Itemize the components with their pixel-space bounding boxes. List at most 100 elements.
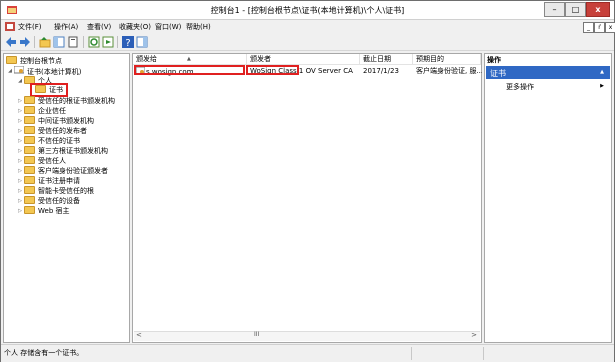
toolbar: ? [1, 34, 614, 51]
actions-section-certificates[interactable]: 证书 ▲ [486, 66, 610, 79]
properties-icon[interactable] [67, 36, 79, 48]
tree-node-store[interactable]: ▷ 受信任的发布者 [16, 126, 87, 136]
mdi-minimize-button[interactable]: _ [583, 22, 594, 33]
expand-icon[interactable]: ▷ [16, 96, 24, 106]
status-text: 个人 存储含有一个证书。 [4, 349, 84, 357]
maximize-button[interactable]: □ [565, 2, 586, 17]
menu-bar: 文件(F) 操作(A) 查看(V) 收藏夹(O) 窗口(W) 帮助(H) [1, 20, 614, 33]
tree-node-store[interactable]: ▷ 智能卡受信任的根 [16, 186, 94, 196]
tree-node-store[interactable]: ▷ 企业信任 [16, 106, 66, 116]
scroll-left-button[interactable]: < [136, 331, 142, 339]
expand-icon[interactable]: ▷ [16, 166, 24, 176]
tree-node-store[interactable]: ▷ 受信任的根证书颁发机构 [16, 96, 115, 106]
expand-icon[interactable]: ▷ [16, 186, 24, 196]
actions-pane: 操作 证书 ▲ 更多操作 ▶ [484, 53, 612, 343]
tree-node-store[interactable]: ▷ 第三方根证书颁发机构 [16, 146, 108, 156]
collapse-icon[interactable]: ◢ [16, 76, 24, 86]
toolbar-separator [83, 36, 84, 48]
actions-header: 操作 [487, 56, 501, 64]
certificate-list-pane: 颁发给 ▲ 颁发者 截止日期 预期目的 s.wosign.com WoSign … [132, 53, 482, 343]
tree-node-store[interactable]: ▷ Web 宿主 [16, 206, 70, 216]
menu-window[interactable]: 窗口(W) [155, 22, 181, 32]
expand-icon[interactable]: ▷ [16, 106, 24, 116]
expand-icon[interactable]: ▷ [16, 206, 24, 216]
scroll-thumb-grip[interactable]: III [254, 331, 259, 338]
tree-node-store[interactable]: ▷ 受信任人 [16, 156, 66, 166]
back-arrow-icon[interactable] [5, 36, 17, 48]
minimize-button[interactable]: – [544, 2, 565, 17]
highlight-box [246, 65, 299, 75]
collapse-icon[interactable]: ◢ [6, 66, 14, 76]
mdi-restore-button[interactable]: ŕ [594, 22, 605, 33]
column-header-expiration[interactable]: 截止日期 [360, 54, 413, 65]
column-header-issued-to[interactable]: 颁发给 ▲ [133, 54, 247, 65]
mmc-window: 控制台1 - [控制台根节点\证书(本地计算机)\个人\证书] – □ x 文件… [0, 0, 615, 362]
menu-file[interactable]: 文件(F) [18, 22, 42, 32]
document-icon [5, 22, 15, 33]
folder-icon [24, 116, 35, 124]
window-title: 控制台1 - [控制台根节点\证书(本地计算机)\个人\证书] [210, 6, 405, 15]
expand-icon[interactable]: ▷ [16, 196, 24, 206]
toolbar-separator [117, 36, 118, 48]
folder-icon [24, 206, 35, 214]
action-pane-icon[interactable] [136, 36, 148, 48]
status-divider [483, 347, 484, 360]
svg-text:?: ? [125, 38, 130, 48]
refresh-icon[interactable] [88, 36, 100, 48]
up-folder-icon[interactable] [39, 36, 51, 48]
menu-help[interactable]: 帮助(H) [186, 22, 211, 32]
column-header-purposes[interactable]: 预期目的 [413, 54, 481, 65]
folder-icon [24, 106, 35, 114]
tree-node-store[interactable]: ▷ 受信任的设备 [16, 196, 80, 206]
submenu-arrow-icon: ▶ [600, 83, 604, 89]
cell-expiration: 2017/1/23 [363, 67, 399, 75]
expand-icon[interactable]: ▷ [16, 176, 24, 186]
status-bar: 个人 存储含有一个证书。 [1, 344, 614, 362]
tree-node-store[interactable]: ▷ 客户端身份验证颁发者 [16, 166, 108, 176]
folder-icon [24, 146, 35, 154]
menu-favorites[interactable]: 收藏夹(O) [119, 22, 151, 32]
toolbar-separator [34, 36, 35, 48]
sort-ascending-icon: ▲ [187, 56, 191, 62]
folder-icon [24, 176, 35, 184]
folder-icon [24, 136, 35, 144]
forward-arrow-icon[interactable] [19, 36, 31, 48]
tree-node-store[interactable]: ▷ 中间证书颁发机构 [16, 116, 94, 126]
console-tree-pane: 控制台根节点 ◢ 证书(本地计算机) ◢ 个人 证书 ▷ 受信任的根证书颁发机构 ▷ 企… [3, 53, 130, 343]
column-header-issued-by[interactable]: 颁发者 [247, 54, 360, 65]
help-icon[interactable]: ? [122, 36, 134, 49]
folder-icon [24, 166, 35, 174]
tree-node-console-root[interactable]: 控制台根节点 [6, 56, 62, 66]
close-button[interactable]: x [586, 2, 610, 17]
tree-node-store[interactable]: ▷ 证书注册申请 [16, 176, 80, 186]
more-actions-item[interactable]: 更多操作 ▶ [486, 82, 610, 92]
tree-node-store[interactable]: ▷ 不信任的证书 [16, 136, 80, 146]
folder-icon [24, 96, 35, 104]
menu-action[interactable]: 操作(A) [54, 22, 78, 32]
folder-icon [24, 196, 35, 204]
highlight-box [134, 65, 245, 75]
folder-icon [6, 56, 17, 64]
horizontal-scrollbar[interactable]: < III > [134, 331, 480, 341]
expand-icon[interactable]: ▷ [16, 146, 24, 156]
scroll-right-button[interactable]: > [471, 331, 477, 339]
expand-icon[interactable]: ▷ [16, 116, 24, 126]
status-divider [411, 347, 412, 360]
cell-purposes: 客户端身份验证, 服... [416, 67, 482, 75]
tree-node-personal-certificates[interactable]: 证书 [30, 83, 68, 97]
expand-icon[interactable]: ▷ [16, 156, 24, 166]
folder-icon [24, 156, 35, 164]
expand-icon[interactable]: ▷ [16, 136, 24, 146]
folder-icon [24, 76, 35, 84]
show-hide-tree-icon[interactable] [53, 36, 65, 48]
menu-view[interactable]: 查看(V) [87, 22, 111, 32]
mdi-close-button[interactable]: x [605, 22, 615, 33]
folder-icon [24, 126, 35, 134]
folder-icon [35, 85, 46, 93]
tree-node-certificates-local[interactable]: ◢ 证书(本地计算机) [6, 65, 81, 76]
expand-icon[interactable]: ▷ [16, 126, 24, 136]
export-list-icon[interactable] [102, 36, 114, 48]
title-bar: 控制台1 - [控制台根节点\证书(本地计算机)\个人\证书] – □ x [1, 1, 614, 20]
collapse-section-icon[interactable]: ▲ [600, 69, 604, 75]
folder-icon [24, 186, 35, 194]
